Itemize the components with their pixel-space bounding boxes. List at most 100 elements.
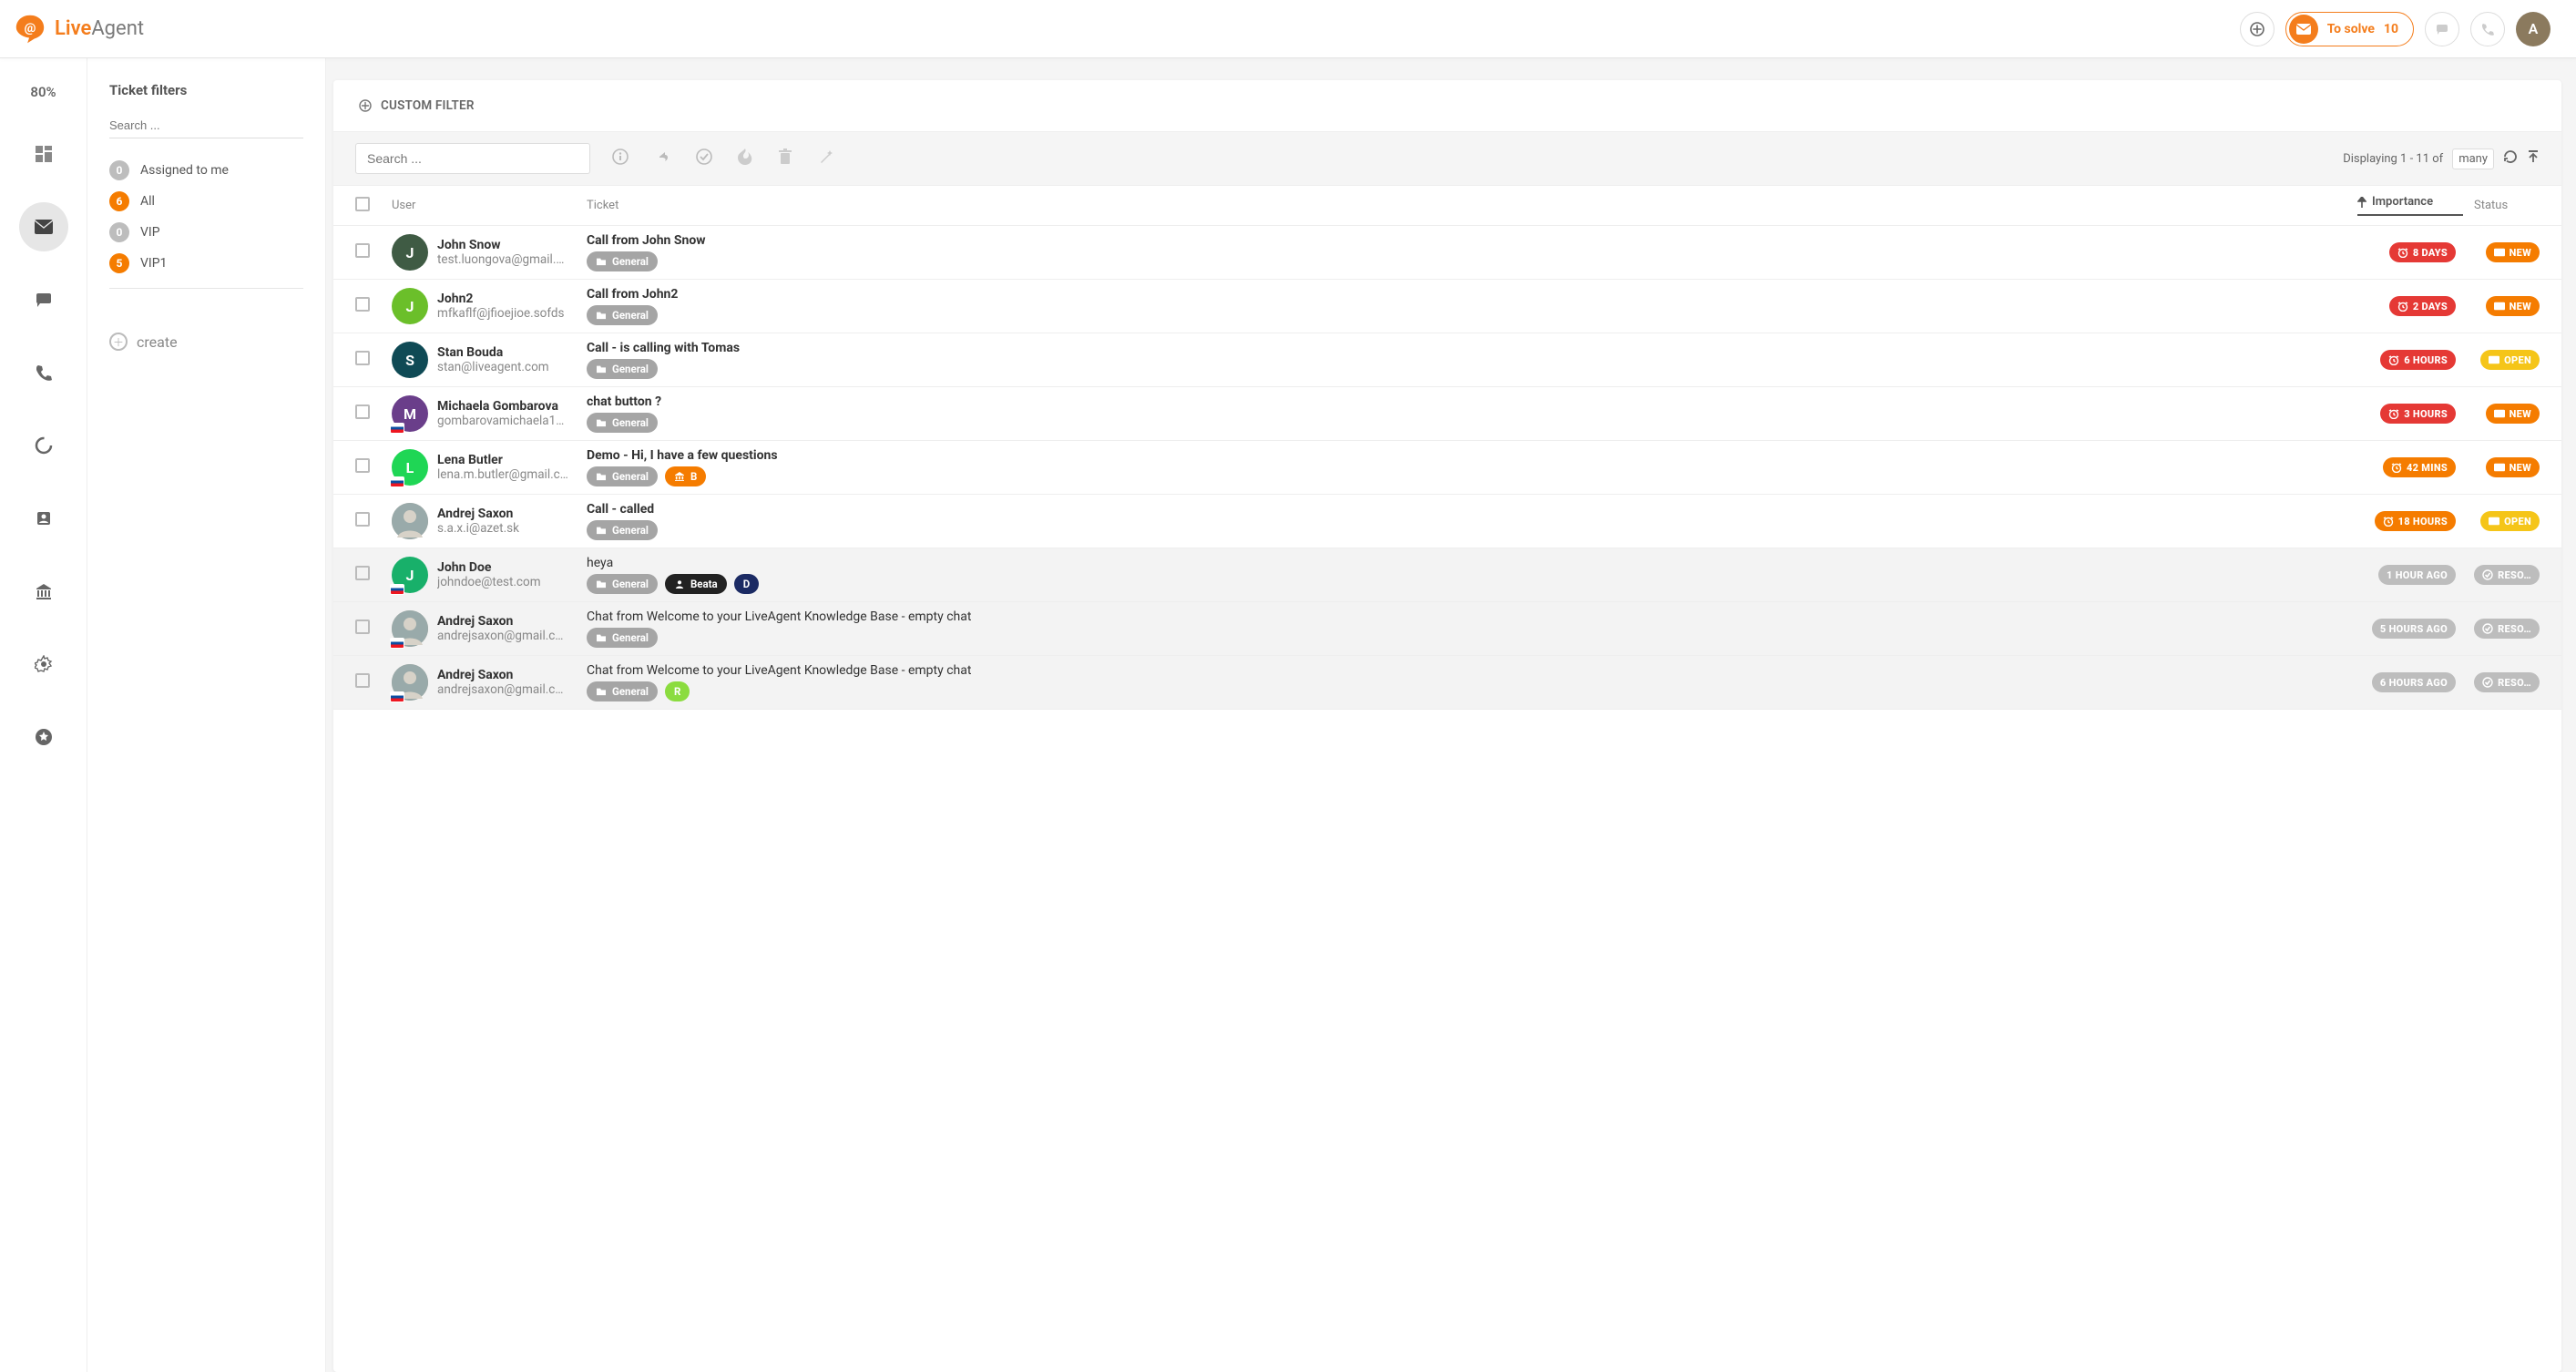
user-email: gombarovamichaela1… bbox=[437, 414, 564, 428]
tag[interactable]: General bbox=[587, 628, 658, 648]
create-filter-button[interactable]: ＋ create bbox=[109, 333, 303, 351]
tag[interactable]: General bbox=[587, 466, 658, 486]
paging-select[interactable]: many bbox=[2452, 148, 2494, 169]
logo[interactable]: @ LiveAgent bbox=[13, 12, 144, 46]
row-checkbox[interactable] bbox=[355, 458, 370, 473]
header-actions: To solve 10 A bbox=[2240, 12, 2550, 46]
ticket-row[interactable]: Andrej Saxonandrejsaxon@gmail.c…Chat fro… bbox=[333, 656, 2561, 710]
gear-icon bbox=[35, 655, 53, 673]
ticket-search-input[interactable] bbox=[355, 143, 590, 174]
tag[interactable]: General bbox=[587, 574, 658, 594]
country-flag-icon bbox=[390, 584, 404, 595]
status-pill: NEW bbox=[2486, 404, 2540, 424]
ticket-row[interactable]: Andrej Saxonandrejsaxon@gmail.c…Chat fro… bbox=[333, 602, 2561, 656]
chat-icon bbox=[35, 291, 53, 309]
filter-item[interactable]: 5VIP1 bbox=[109, 248, 303, 279]
tag[interactable]: Beata bbox=[665, 574, 727, 594]
ticket-row[interactable]: JJohn Snowtest.luongova@gmail.…Call from… bbox=[333, 226, 2561, 280]
filter-item[interactable]: 6All bbox=[109, 186, 303, 217]
star-circle-icon bbox=[35, 728, 53, 746]
chat-header-button[interactable] bbox=[2425, 12, 2459, 46]
nav-loading[interactable] bbox=[19, 421, 68, 470]
row-checkbox[interactable] bbox=[355, 243, 370, 258]
ticket-info: Call from John SnowGeneral bbox=[587, 233, 2357, 271]
col-user-header[interactable]: User bbox=[392, 199, 587, 212]
wand-icon bbox=[818, 148, 834, 165]
dashboard-icon bbox=[35, 145, 53, 163]
nav-tickets[interactable] bbox=[19, 202, 68, 251]
select-all-checkbox[interactable] bbox=[355, 197, 370, 211]
ticket-row[interactable]: JJohn Doejohndoe@test.comheyaGeneralBeat… bbox=[333, 548, 2561, 602]
filters-search-input[interactable] bbox=[109, 113, 303, 138]
tag[interactable]: General bbox=[587, 413, 658, 433]
ticket-user: JJohn Snowtest.luongova@gmail.… bbox=[392, 234, 587, 271]
tag[interactable]: B bbox=[665, 466, 706, 486]
phone-icon bbox=[2480, 22, 2495, 36]
spam-action[interactable] bbox=[738, 148, 752, 169]
tag[interactable]: General bbox=[587, 251, 658, 271]
envelope-icon bbox=[34, 219, 54, 235]
refresh-button[interactable] bbox=[2503, 149, 2518, 168]
to-solve-button[interactable]: To solve 10 bbox=[2285, 12, 2414, 46]
filter-item[interactable]: 0VIP bbox=[109, 217, 303, 248]
ticket-row[interactable]: JJohn2mfkaflf@jfioejioe.sofdsCall from J… bbox=[333, 280, 2561, 333]
filter-item[interactable]: 0Assigned to me bbox=[109, 155, 303, 186]
user-email: johndoe@test.com bbox=[437, 575, 541, 589]
forward-icon bbox=[654, 148, 670, 165]
wand-action[interactable] bbox=[818, 148, 834, 169]
nav-calls[interactable] bbox=[19, 348, 68, 397]
chat-bubble-icon bbox=[2435, 22, 2449, 36]
ticket-row[interactable]: MMichaela Gombarovagombarovamichaela1…ch… bbox=[333, 387, 2561, 441]
collapse-button[interactable] bbox=[2527, 149, 2540, 168]
ticket-info: Call - is calling with TomasGeneral bbox=[587, 341, 2357, 379]
col-status-header[interactable]: Status bbox=[2463, 199, 2540, 212]
row-checkbox[interactable] bbox=[355, 619, 370, 634]
row-checkbox[interactable] bbox=[355, 512, 370, 527]
row-checkbox[interactable] bbox=[355, 673, 370, 688]
logo-icon: @ bbox=[13, 12, 47, 46]
ticket-row[interactable]: SStan Boudastan@liveagent.comCall - is c… bbox=[333, 333, 2561, 387]
ticket-title: heya bbox=[587, 556, 2357, 570]
user-avatar: M bbox=[392, 395, 428, 432]
importance-pill: 42 MINS bbox=[2383, 457, 2456, 477]
tag[interactable]: D bbox=[734, 574, 759, 594]
ticket-info: Demo - Hi, I have a few questionsGeneral… bbox=[587, 448, 2357, 486]
nav-knowledge[interactable] bbox=[19, 567, 68, 616]
add-button[interactable] bbox=[2240, 12, 2274, 46]
forward-action[interactable] bbox=[654, 148, 670, 169]
check-circle-icon bbox=[696, 148, 712, 165]
custom-filter-button[interactable]: CUSTOM FILTER bbox=[359, 98, 2536, 113]
tag[interactable]: General bbox=[587, 520, 658, 540]
tickets-list[interactable]: JJohn Snowtest.luongova@gmail.…Call from… bbox=[333, 226, 2561, 1372]
row-checkbox[interactable] bbox=[355, 297, 370, 312]
user-avatar: J bbox=[392, 234, 428, 271]
tag[interactable]: R bbox=[665, 681, 690, 701]
row-checkbox[interactable] bbox=[355, 566, 370, 580]
phone-header-button[interactable] bbox=[2470, 12, 2505, 46]
sort-asc-icon bbox=[2357, 197, 2366, 208]
nav-contacts[interactable] bbox=[19, 494, 68, 543]
filters-title: Ticket filters bbox=[109, 82, 303, 98]
tag[interactable]: General bbox=[587, 359, 658, 379]
nav-extensions[interactable] bbox=[19, 712, 68, 762]
importance-pill: 6 HOURS AGO bbox=[2372, 672, 2456, 692]
info-action[interactable] bbox=[612, 148, 629, 169]
delete-action[interactable] bbox=[778, 148, 792, 169]
tag[interactable]: General bbox=[587, 681, 658, 701]
ticket-row[interactable]: LLena Butlerlena.m.butler@gmail.c…Demo -… bbox=[333, 441, 2561, 495]
col-importance-header[interactable]: Importance bbox=[2357, 195, 2463, 216]
row-checkbox[interactable] bbox=[355, 404, 370, 419]
user-avatar-button[interactable]: A bbox=[2516, 12, 2550, 46]
user-name: John Snow bbox=[437, 238, 564, 252]
filter-count-badge: 6 bbox=[109, 191, 129, 211]
nav-dashboard[interactable] bbox=[19, 129, 68, 179]
row-checkbox[interactable] bbox=[355, 351, 370, 365]
ticket-row[interactable]: Andrej Saxons.a.x.i@azet.skCall - called… bbox=[333, 495, 2561, 548]
nav-chats[interactable] bbox=[19, 275, 68, 324]
status-pill: OPEN bbox=[2480, 350, 2540, 370]
nav-settings[interactable] bbox=[19, 640, 68, 689]
col-ticket-header[interactable]: Ticket bbox=[587, 199, 2357, 212]
ticket-tags: General bbox=[587, 359, 2357, 379]
resolve-action[interactable] bbox=[696, 148, 712, 169]
tag[interactable]: General bbox=[587, 305, 658, 325]
